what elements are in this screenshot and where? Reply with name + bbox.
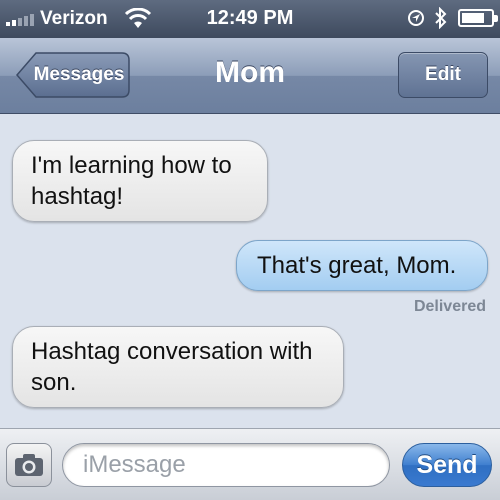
delivered-status: Delivered — [413, 298, 486, 315]
message-input[interactable] — [62, 443, 390, 487]
compose-bar: Send — [0, 428, 500, 500]
nav-bar: Messages Mom Edit — [0, 38, 500, 114]
message-bubble-incoming[interactable]: I'm learning how to hashtag! — [12, 140, 268, 222]
battery-icon — [458, 9, 498, 27]
message-bubble-outgoing[interactable]: That's great, Mom. — [236, 240, 488, 291]
send-button[interactable]: Send — [402, 443, 492, 487]
bluetooth-icon — [435, 7, 447, 29]
message-thread[interactable]: I'm learning how to hashtag! That's grea… — [0, 114, 500, 428]
message-bubble-incoming[interactable]: Hashtag conversation with son. — [12, 326, 344, 408]
status-icons — [408, 7, 498, 29]
location-icon — [408, 10, 424, 26]
camera-icon — [15, 454, 43, 476]
edit-button[interactable]: Edit — [398, 52, 488, 98]
camera-button[interactable] — [6, 443, 52, 487]
status-bar: Verizon 12:49 PM — [0, 0, 500, 38]
